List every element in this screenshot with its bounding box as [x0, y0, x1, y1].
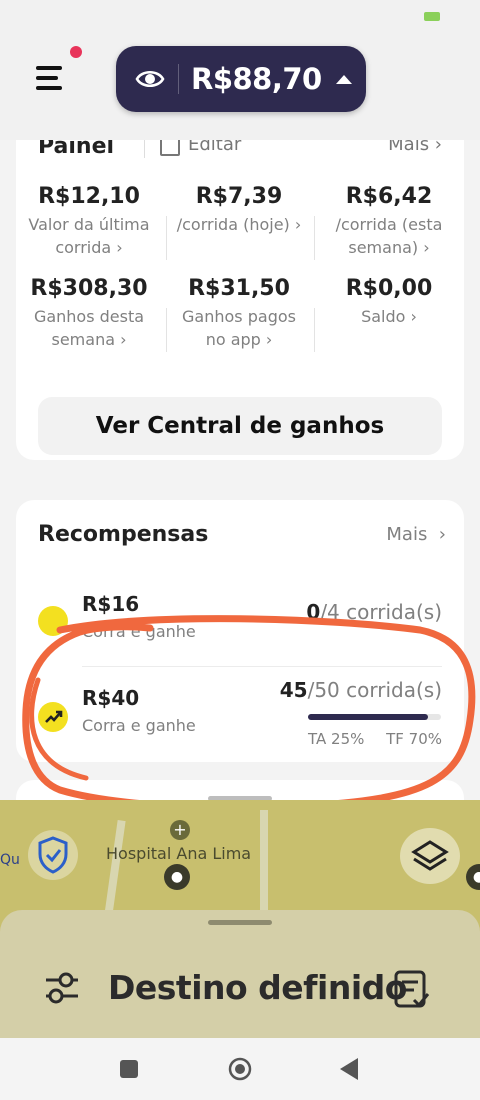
- system-nav-bar: [0, 1038, 480, 1100]
- layers-icon: [411, 840, 449, 871]
- rewards-card: Recompensas Mais › R$16 Corra e ganhe 0/…: [16, 500, 464, 762]
- filter-sliders-icon[interactable]: [44, 968, 80, 1008]
- trending-up-icon: [38, 702, 68, 732]
- hamburger-icon: [36, 66, 62, 70]
- completion-rate: TF 70%: [386, 730, 442, 748]
- rewards-title: Recompensas: [38, 522, 209, 547]
- menu-button[interactable]: [26, 46, 82, 102]
- hamburger-icon-line: [36, 76, 58, 80]
- painel-title: Painel: [38, 140, 115, 159]
- reward-row-40[interactable]: R$40 Corra e ganhe 45/50 corrida(s) TA 2…: [16, 670, 464, 760]
- stat-paid-in-app[interactable]: R$31,50 Ganhos pagos no app ›: [166, 276, 312, 351]
- stat-label: Valor da última corrida ›: [28, 215, 150, 257]
- acceptance-rate: TA 25%: [308, 730, 365, 748]
- recents-button[interactable]: [120, 1060, 138, 1078]
- divider: [82, 666, 442, 667]
- map-place-label: Hospital Ana Lima: [106, 844, 252, 863]
- stat-per-ride-week[interactable]: R$6,42 /corrida (esta semana) ›: [316, 184, 462, 259]
- destination-panel[interactable]: Destino definido: [0, 910, 480, 1038]
- divider: [144, 140, 145, 158]
- caret-up-icon: [335, 74, 352, 84]
- reward-progress-text: 0/4 corrida(s): [306, 600, 442, 624]
- home-button[interactable]: [228, 1057, 252, 1081]
- notification-dot: [70, 46, 82, 58]
- stat-value: R$308,30: [30, 276, 148, 301]
- map-edge-label: Qu: [0, 852, 20, 868]
- stat-value: R$0,00: [345, 276, 433, 301]
- eye-icon: [135, 70, 165, 88]
- earnings-center-button[interactable]: Ver Central de ganhos: [38, 397, 442, 455]
- painel-more-link[interactable]: Mais ›: [388, 140, 442, 155]
- rewards-more-link[interactable]: Mais ›: [386, 524, 446, 545]
- map-street: [260, 810, 268, 910]
- shield-icon: [38, 836, 68, 874]
- hospital-marker-icon: +: [170, 820, 190, 840]
- reward-progress-bar: [308, 714, 441, 720]
- stat-per-ride-today[interactable]: R$7,39 /corrida (hoje) ›: [166, 184, 312, 236]
- divider: [178, 64, 179, 94]
- stat-label: /corrida (esta semana) ›: [335, 215, 443, 257]
- status-bar: [0, 0, 480, 36]
- stat-value: R$12,10: [38, 184, 140, 209]
- balance-toggle[interactable]: R$88,70: [116, 46, 366, 112]
- reward-row-16[interactable]: R$16 Corra e ganhe 0/4 corrida(s): [16, 590, 464, 650]
- reward-subtitle: Corra e ganhe: [82, 622, 196, 641]
- reward-icon: [38, 606, 68, 636]
- destination-list-icon[interactable]: [392, 968, 432, 1012]
- back-button[interactable]: [340, 1058, 358, 1080]
- reward-amount: R$40: [82, 686, 140, 710]
- people-icon: ●: [466, 864, 480, 890]
- divider: [314, 216, 315, 260]
- stat-value: R$6,42: [345, 184, 433, 209]
- people-icon: ●: [164, 864, 190, 890]
- painel-header: Painel Editar Mais ›: [38, 140, 442, 160]
- battery-icon: [424, 12, 440, 21]
- safety-shield-button[interactable]: [28, 830, 78, 880]
- stat-balance[interactable]: R$0,00 Saldo ›: [316, 276, 462, 328]
- progress-fill: [308, 714, 428, 720]
- reward-amount: R$16: [82, 592, 140, 616]
- divider: [314, 308, 315, 352]
- stat-value: R$31,50: [188, 276, 290, 301]
- destination-label[interactable]: Destino definido: [108, 968, 407, 1007]
- balance-amount: R$88,70: [191, 62, 322, 96]
- stat-label: Saldo ›: [361, 307, 417, 326]
- map-layers-button[interactable]: [400, 828, 460, 884]
- stat-label: Ganhos desta semana ›: [33, 307, 145, 349]
- edit-link[interactable]: Editar: [188, 140, 241, 155]
- stat-last-ride[interactable]: R$12,10 Valor da última corrida ›: [16, 184, 162, 259]
- reward-progress-text: 45/50 corrida(s): [279, 678, 442, 702]
- stat-week-earnings[interactable]: R$308,30 Ganhos desta semana ›: [16, 276, 162, 351]
- hamburger-icon-line: [36, 86, 62, 90]
- stat-value: R$7,39: [195, 184, 283, 209]
- stat-label: /corrida (hoje) ›: [176, 215, 302, 234]
- earnings-sheet: Painel Editar Mais › R$12,10 Valor da úl…: [0, 140, 480, 820]
- panel-grabber[interactable]: [208, 920, 272, 925]
- stat-label: Ganhos pagos no app ›: [182, 307, 296, 349]
- reward-subtitle: Corra e ganhe: [82, 716, 196, 735]
- painel-card: Painel Editar Mais › R$12,10 Valor da úl…: [16, 140, 464, 460]
- edit-icon[interactable]: [160, 140, 180, 156]
